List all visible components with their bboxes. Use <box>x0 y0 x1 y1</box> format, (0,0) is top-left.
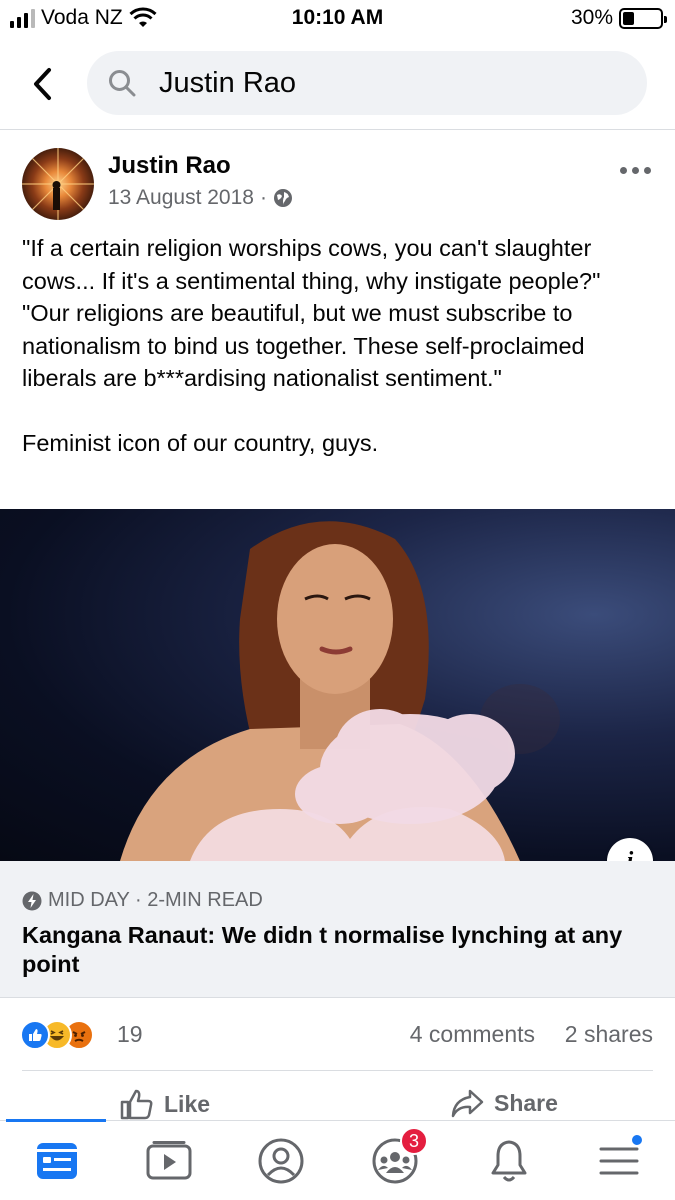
nav-menu[interactable] <box>594 1133 644 1185</box>
active-tab-indicator <box>6 1119 106 1122</box>
post-meta: 13 August 2018 · <box>108 186 293 210</box>
menu-notification-dot <box>630 1133 644 1147</box>
instant-article-bolt-icon <box>22 891 42 910</box>
nav-watch[interactable] <box>144 1137 194 1185</box>
shares-count[interactable]: 2 shares <box>565 1021 653 1048</box>
link-title[interactable]: Kangana Ranaut: We didn t normalise lync… <box>22 921 652 979</box>
search-bar[interactable] <box>87 51 647 115</box>
notifications-icon <box>491 1140 527 1182</box>
link-source: MID DAY · 2-MIN READ <box>22 889 263 912</box>
more-dots-icon <box>619 166 627 174</box>
post-header: Justin Rao 13 August 2018 · <box>0 130 675 225</box>
like-icon <box>20 1020 50 1050</box>
chevron-left-icon <box>34 68 51 100</box>
back-button[interactable] <box>20 62 64 106</box>
author-name[interactable]: Justin Rao <box>108 152 231 180</box>
nav-notifications[interactable] <box>484 1137 534 1185</box>
like-label: Like <box>164 1090 211 1117</box>
globe-icon <box>273 189 292 207</box>
status-bar: Voda NZ 10:10 AM 30% <box>0 0 675 40</box>
news-feed-icon <box>37 1143 77 1179</box>
share-button[interactable]: Share <box>450 1088 558 1118</box>
watch-icon <box>146 1141 192 1180</box>
reaction-icons[interactable] <box>20 1020 94 1050</box>
profile-icon <box>258 1138 304 1184</box>
groups-badge: 3 <box>400 1127 428 1155</box>
link-preview-image[interactable] <box>0 509 675 861</box>
avatar[interactable] <box>22 148 94 220</box>
battery-icon <box>619 7 667 29</box>
more-options-button[interactable] <box>613 158 657 182</box>
link-source-text: MID DAY · 2-MIN READ <box>48 889 263 911</box>
avatar-image <box>22 148 94 220</box>
comments-count[interactable]: 4 comments <box>410 1021 535 1048</box>
search-icon <box>109 70 136 97</box>
search-input[interactable] <box>159 66 599 100</box>
nav-news-feed[interactable] <box>32 1137 82 1185</box>
search-header <box>0 40 675 130</box>
share-label: Share <box>494 1089 558 1116</box>
like-button[interactable]: Like <box>120 1088 210 1120</box>
post-date[interactable]: 13 August 2018 <box>108 186 254 210</box>
post-actions: Like Share <box>0 1082 675 1122</box>
post-text: "If a certain religion worships cows, yo… <box>22 235 601 456</box>
battery-group: 30% <box>570 6 667 30</box>
nav-profile[interactable] <box>256 1137 306 1185</box>
reaction-count[interactable]: 19 <box>117 1021 143 1048</box>
reactions-summary: 19 4 comments 2 shares <box>0 1008 675 1064</box>
menu-icon <box>599 1147 639 1175</box>
bottom-nav: 3 <box>0 1119 675 1200</box>
meta-separator: · <box>259 186 267 209</box>
divider <box>22 1070 653 1071</box>
nav-groups[interactable]: 3 <box>370 1127 428 1185</box>
battery-percent: 30% <box>570 6 613 29</box>
link-preview-info[interactable]: MID DAY · 2-MIN READ Kangana Ranaut: We … <box>0 861 675 998</box>
thumbs-up-icon <box>120 1089 153 1120</box>
share-arrow-icon <box>451 1089 484 1118</box>
woman-photo <box>120 521 560 861</box>
